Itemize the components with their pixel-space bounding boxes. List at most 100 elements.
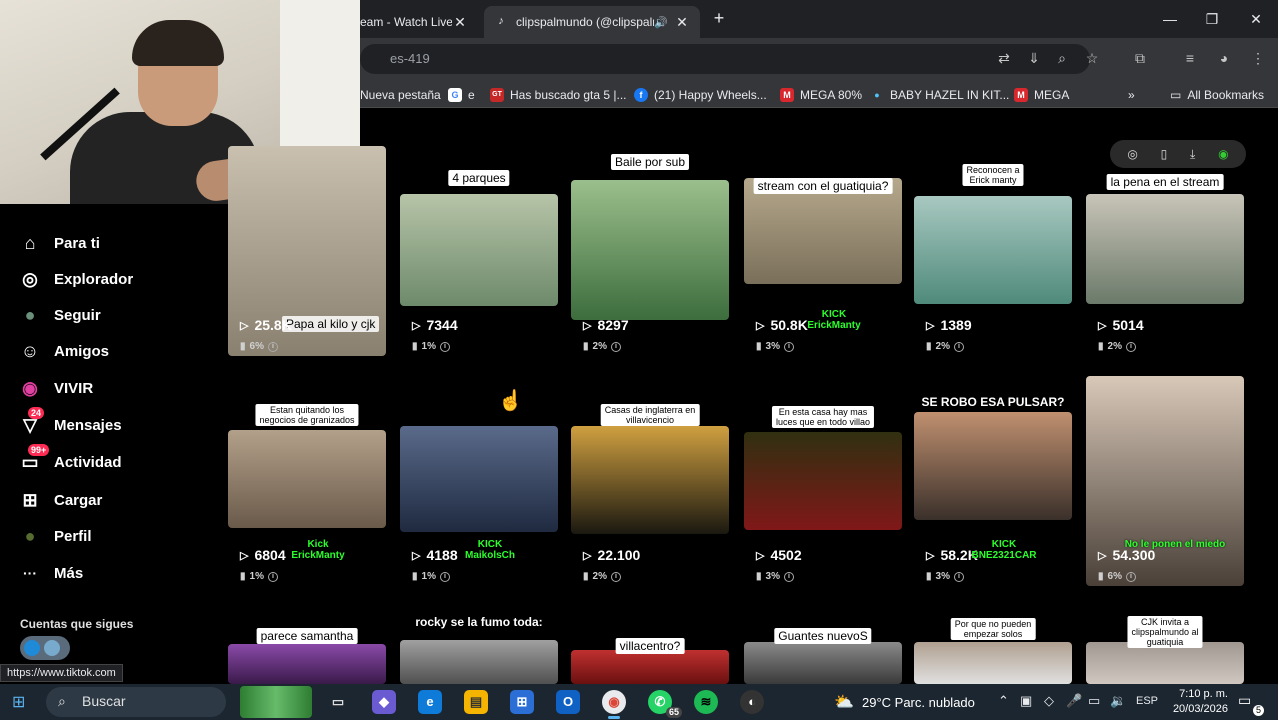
outlook-icon[interactable]: O (556, 690, 580, 714)
weather-widget[interactable]: ⛅ 29°C Parc. nublado (834, 692, 975, 712)
info-icon[interactable]: i (953, 341, 964, 352)
info-icon[interactable]: i (783, 571, 794, 582)
avatar (24, 640, 40, 656)
star-icon[interactable]: ☆ (1082, 50, 1102, 70)
info-icon[interactable]: i (267, 571, 278, 582)
bookmark-item[interactable]: Nueva pestaña (360, 86, 441, 104)
media-icon[interactable]: ≡ (1180, 50, 1200, 70)
sidebar-item-seguir[interactable]: ● Seguir (18, 300, 101, 330)
bookmark-item[interactable]: f (21) Happy Wheels... (634, 86, 767, 104)
play-icon: ▷ (926, 549, 935, 562)
obs-icon[interactable]: ◐ (740, 690, 764, 714)
profile-avatar-icon[interactable]: ◕ (1214, 50, 1234, 70)
menu-icon[interactable]: ⋮ (1248, 50, 1268, 70)
url-input[interactable]: es-419 (360, 44, 1090, 74)
video-thumbnail[interactable] (571, 650, 729, 684)
sidebar-item-cargar[interactable]: ⊞ Cargar (18, 485, 102, 515)
video-thumbnail[interactable] (228, 644, 386, 684)
chevron-up-icon[interactable]: ⌃ (998, 693, 1009, 709)
chrome-icon[interactable]: ◉ (602, 690, 626, 719)
sidebar-item-mas[interactable]: ··· Más (18, 558, 83, 588)
engagement-value: 6% (1107, 571, 1122, 582)
volume-icon[interactable]: 🔉 (1110, 693, 1126, 709)
tab-tiktok-profile[interactable]: ♪ clipspalmundo (@clipspalm 🔊 ✕ (484, 6, 700, 38)
copilot-icon[interactable]: ◆ (372, 690, 396, 714)
info-icon[interactable]: i (439, 571, 450, 582)
video-thumbnail[interactable] (744, 642, 902, 684)
sidebar-item-explorador[interactable]: ◎ Explorador (18, 264, 133, 294)
sidebar-item-para-ti[interactable]: ⌂ Para ti (18, 228, 100, 258)
compass-icon[interactable]: ◎ (1127, 147, 1137, 161)
tray-app-icon[interactable]: ▣ (1020, 693, 1032, 709)
info-icon[interactable]: i (1125, 571, 1136, 582)
info-icon[interactable]: i (439, 341, 450, 352)
info-icon[interactable]: i (610, 571, 621, 582)
close-tab-icon[interactable]: ✕ (674, 14, 690, 31)
video-thumbnail[interactable] (914, 196, 1072, 304)
video-thumbnail[interactable] (1086, 194, 1244, 304)
info-icon[interactable]: i (267, 341, 278, 352)
video-thumbnail[interactable] (571, 180, 729, 320)
video-thumbnail[interactable] (400, 426, 558, 532)
all-bookmarks-button[interactable]: ▭ All Bookmarks (1170, 86, 1264, 104)
video-thumbnail[interactable] (914, 642, 1072, 684)
sidebar-item-actividad[interactable]: ▭ 99+ Actividad (18, 444, 122, 477)
task-view-icon[interactable]: ▭ (326, 690, 350, 714)
bar-chart-icon: ▮ (926, 571, 932, 582)
translate-icon[interactable]: ⇄ (994, 50, 1014, 70)
bookmark-item[interactable]: M MEGA 80% (780, 86, 862, 104)
engagement-stat: ▮ 6% i (1098, 571, 1136, 582)
bookmarks-overflow-button[interactable]: » (1128, 86, 1135, 104)
video-thumbnail[interactable] (914, 412, 1072, 520)
tray-app-icon[interactable]: ◇ (1044, 693, 1054, 709)
sidebar-item-perfil[interactable]: ● Perfil (18, 521, 92, 551)
zoom-icon[interactable]: ⌕ (1052, 50, 1072, 70)
video-thumbnail[interactable] (400, 194, 558, 306)
sidebar-item-amigos[interactable]: ☺ Amigos (18, 336, 109, 366)
install-icon[interactable]: ⇓ (1024, 50, 1044, 70)
info-icon[interactable]: i (1125, 341, 1136, 352)
avatar[interactable]: ◉ (1218, 147, 1228, 161)
network-icon[interactable]: ▭ (1088, 693, 1100, 709)
info-icon[interactable]: i (610, 341, 621, 352)
store-icon[interactable]: ⊞ (510, 690, 534, 714)
windows-start-icon[interactable]: ⊞ (12, 692, 32, 712)
info-icon[interactable]: i (783, 341, 794, 352)
bookmark-item[interactable]: M MEGA (1014, 86, 1069, 104)
bookmark-item[interactable]: GT Has buscado gta 5 |... (490, 86, 627, 104)
video-thumbnail[interactable] (400, 640, 558, 684)
info-icon[interactable]: i (953, 571, 964, 582)
notifications-icon[interactable]: ▭ 5 (1238, 692, 1264, 716)
close-tab-icon[interactable]: ✕ (452, 14, 468, 31)
mega-icon: M (1014, 88, 1028, 102)
new-tab-button[interactable]: + (708, 8, 730, 30)
close-window-button[interactable]: ✕ (1236, 6, 1276, 32)
spotify-icon[interactable]: ≋ (694, 690, 718, 714)
taskbar-search[interactable]: ⌕ Buscar (46, 687, 226, 717)
bookmark-label: (21) Happy Wheels... (654, 88, 767, 102)
file-explorer-icon[interactable]: ▤ (464, 690, 488, 714)
sidebar-item-vivir[interactable]: ◉ VIVIR (18, 373, 93, 403)
microphone-icon[interactable]: 🎤 (1066, 693, 1082, 709)
bookmark-item[interactable]: ● BABY HAZEL IN KIT... (870, 86, 1009, 104)
following-avatar[interactable] (20, 636, 70, 660)
sidebar-item-mensajes[interactable]: ▽ 24 Mensajes (18, 407, 122, 440)
device-icon[interactable]: ▯ (1161, 147, 1168, 161)
edge-icon[interactable]: e (418, 690, 442, 714)
bookmark-item[interactable]: G e (448, 86, 475, 104)
video-caption: 4 parques (448, 170, 510, 186)
language-indicator[interactable]: ESP (1136, 695, 1158, 707)
tab-watch-live[interactable]: eam - Watch Live ✕ (350, 6, 478, 38)
download-icon[interactable]: ⤓ (1190, 147, 1195, 162)
status-url: https://www.tiktok.com (0, 664, 123, 682)
video-thumbnail[interactable] (744, 432, 902, 530)
minimize-button[interactable]: — (1150, 6, 1190, 32)
maximize-button[interactable]: ❐ (1192, 6, 1232, 32)
speaker-icon[interactable]: 🔊 (654, 16, 668, 29)
video-thumbnail[interactable] (571, 426, 729, 534)
clock[interactable]: 7:10 p. m. 20/03/2026 (1168, 687, 1228, 717)
video-thumbnail[interactable] (1086, 642, 1244, 684)
video-thumbnail[interactable] (228, 430, 386, 528)
extensions-icon[interactable]: ⧉ (1130, 50, 1150, 70)
whatsapp-icon[interactable]: ✆ 65 (648, 690, 682, 718)
